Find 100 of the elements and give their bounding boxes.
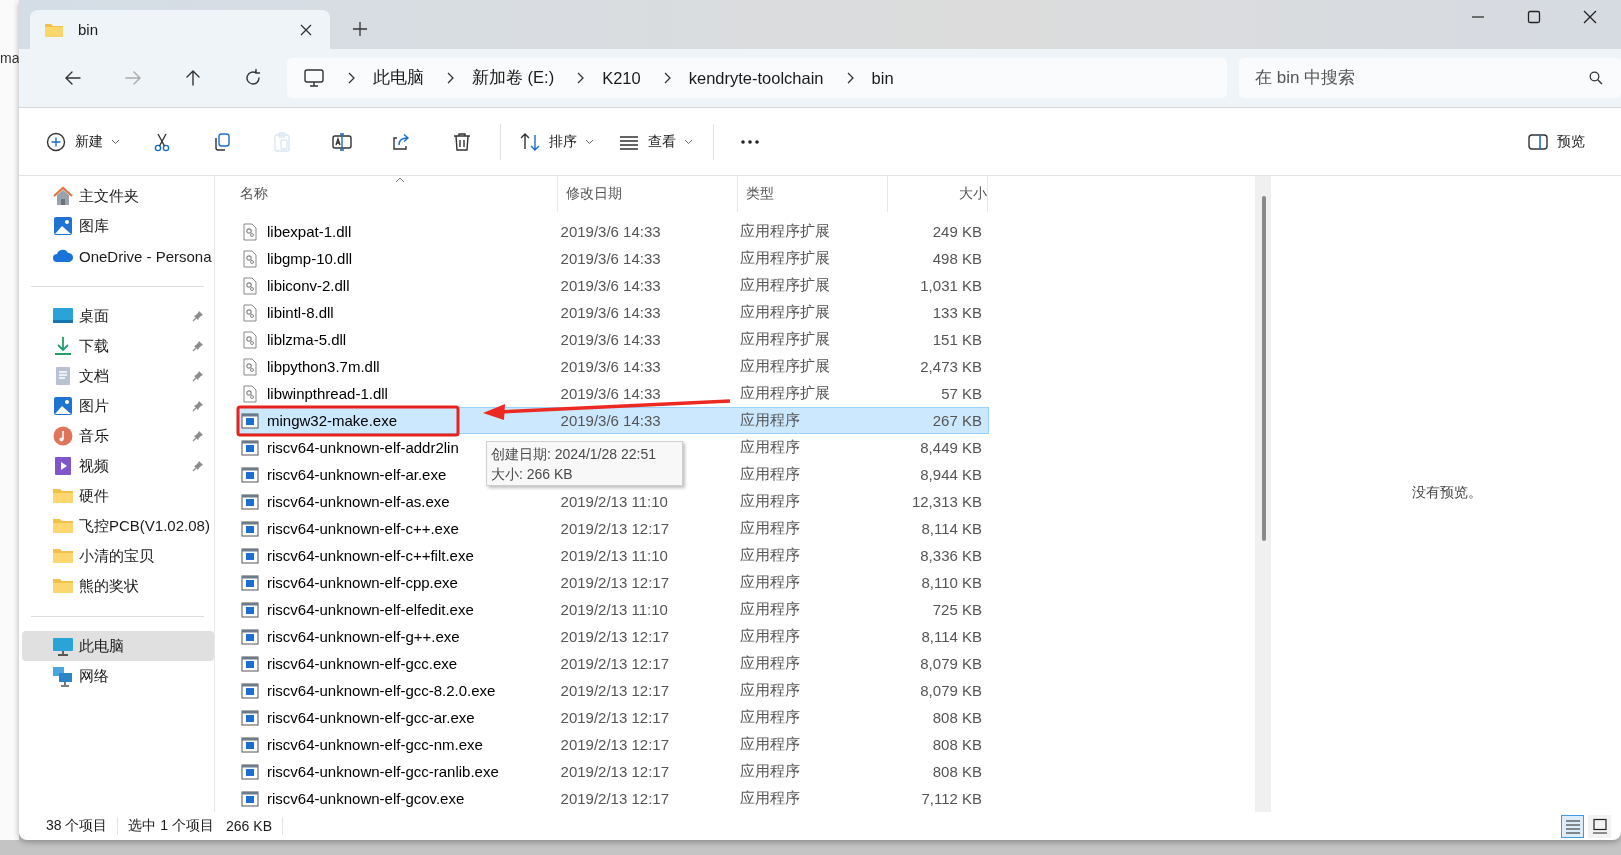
rename-icon <box>331 130 353 153</box>
details-view-button[interactable] <box>1561 814 1584 838</box>
file-size: 498 KB <box>932 250 982 267</box>
chevron-icon[interactable] <box>845 72 854 84</box>
tiles-view-button[interactable] <box>1588 814 1611 838</box>
search-field[interactable]: 在 bin 中搜索 <box>1239 58 1621 98</box>
file-name[interactable]: libpython3.7m.dll <box>267 358 380 375</box>
maximize-icon[interactable] <box>1527 10 1541 24</box>
monitor-icon <box>52 635 74 657</box>
column-header[interactable]: 名称 <box>240 185 268 203</box>
modified-date: 2019/2/13 11:10 <box>560 547 668 564</box>
add-tab-icon[interactable] <box>353 22 367 36</box>
sidebar-item[interactable]: 飞控PCB(V1.02.08) <box>22 511 214 541</box>
file-name[interactable]: libiconv-2.dll <box>267 277 350 294</box>
sidebar-item[interactable]: 图库 <box>22 211 214 241</box>
file-type: 应用程序 <box>740 465 801 484</box>
sidebar-item[interactable]: 熊的奖状 <box>22 571 214 601</box>
sidebar-item[interactable]: 小清的宝贝 <box>22 541 214 571</box>
pin-icon[interactable] <box>192 310 204 322</box>
file-size: 8,449 KB <box>920 439 982 456</box>
sort-button[interactable]: 排序 <box>511 121 602 162</box>
file-name[interactable]: libintl-8.dll <box>267 304 334 321</box>
sidebar-item[interactable]: 桌面 <box>22 301 214 331</box>
file-name[interactable]: riscv64-unknown-elf-c++.exe <box>267 520 459 537</box>
pin-icon[interactable] <box>192 460 204 472</box>
close-icon[interactable] <box>300 23 312 36</box>
modified-date: 2019/2/13 12:17 <box>560 790 669 807</box>
view-button[interactable]: 查看 <box>610 121 701 162</box>
sidebar-item[interactable]: 主文件夹 <box>22 181 214 211</box>
file-name[interactable]: libgmp-10.dll <box>267 250 353 267</box>
file-name[interactable]: riscv64-unknown-elf-addr2lin <box>267 439 459 456</box>
search-icon[interactable] <box>1589 71 1603 85</box>
pin-icon[interactable] <box>192 370 204 382</box>
chevron-icon[interactable] <box>576 72 585 84</box>
breadcrumb[interactable]: 此电脑 <box>373 67 424 89</box>
modified-date: 2019/2/13 12:17 <box>560 520 669 537</box>
file-type: 应用程序 <box>740 519 801 538</box>
column-header[interactable]: 大小 <box>959 185 987 203</box>
program-icon <box>241 546 259 565</box>
file-name[interactable]: riscv64-unknown-elf-gcc-nm.exe <box>267 736 483 753</box>
column-header[interactable]: 修改日期 <box>566 185 622 203</box>
file-name[interactable]: riscv64-unknown-elf-as.exe <box>267 493 450 510</box>
breadcrumb[interactable]: 新加卷 (E:) <box>472 67 555 89</box>
file-name[interactable]: riscv64-unknown-elf-c++filt.exe <box>267 547 474 564</box>
pin-icon[interactable] <box>192 400 204 412</box>
pin-icon[interactable] <box>192 340 204 352</box>
modified-date: 2019/2/13 12:17 <box>560 682 669 699</box>
address-bar[interactable]: 此电脑 新加卷 (E:) K210 kendryte-toolchain bin <box>287 58 1227 98</box>
sidebar-item[interactable]: 此电脑 <box>22 631 214 661</box>
breadcrumb[interactable]: bin <box>871 68 894 88</box>
file-name[interactable]: liblzma-5.dll <box>267 331 347 348</box>
sidebar-item[interactable]: 图片 <box>22 391 214 421</box>
file-name: mingw32-make.exe <box>267 412 398 429</box>
selected-file-row[interactable]: mingw32-make.exe 2019/3/6 14:33 应用程序 267 KB <box>238 407 989 434</box>
file-size: 7,112 KB <box>921 790 982 807</box>
sidebar-item[interactable]: 音乐 <box>22 421 214 451</box>
file-name[interactable]: riscv64-unknown-elf-ar.exe <box>267 466 447 483</box>
sidebar-item[interactable]: 网络 <box>22 661 214 691</box>
file-name[interactable]: riscv64-unknown-elf-gcc-ar.exe <box>267 709 475 726</box>
close-icon[interactable] <box>1583 10 1597 24</box>
window-tab[interactable]: bin <box>30 10 330 49</box>
file-name[interactable]: riscv64-unknown-elf-gcc.exe <box>267 655 458 672</box>
file-name[interactable]: riscv64-unknown-elf-gcc-8.2.0.exe <box>267 682 496 699</box>
file-name[interactable]: riscv64-unknown-elf-elfedit.exe <box>267 601 474 618</box>
breadcrumb[interactable]: kendryte-toolchain <box>688 68 824 88</box>
sidebar-item[interactable]: 硬件 <box>22 481 214 511</box>
breadcrumb[interactable]: K210 <box>602 68 641 88</box>
file-name[interactable]: riscv64-unknown-elf-gcc-ranlib.exe <box>267 763 499 780</box>
preview-button[interactable]: 预览 <box>1519 121 1593 162</box>
program-icon <box>241 600 259 619</box>
file-name[interactable]: riscv64-unknown-elf-cpp.exe <box>267 574 458 591</box>
file-name[interactable]: riscv64-unknown-elf-gcov.exe <box>267 790 465 807</box>
file-type: 应用程序扩展 <box>740 276 831 295</box>
program-icon <box>241 735 259 754</box>
modified-date: 2019/3/6 14:33 <box>560 304 661 321</box>
modified-date: 2019/3/6 14:33 <box>560 385 661 402</box>
file-name[interactable]: riscv64-unknown-elf-g++.exe <box>267 628 460 645</box>
pin-icon[interactable] <box>192 430 204 442</box>
modified-date: 2019/2/13 12:17 <box>560 655 669 672</box>
chevron-icon[interactable] <box>446 72 454 84</box>
column-header[interactable]: 类型 <box>746 185 774 203</box>
clipboard-icon <box>271 130 293 153</box>
file-name[interactable]: libexpat-1.dll <box>267 223 352 240</box>
file-name[interactable]: libwinpthread-1.dll <box>267 385 388 402</box>
scrollbar[interactable] <box>1255 176 1271 812</box>
sidebar-item[interactable]: 视频 <box>22 451 214 481</box>
file-size: 151 KB <box>932 331 982 348</box>
modified-date: 2019/2/13 12:17 <box>560 709 669 726</box>
chevron-icon[interactable] <box>347 72 355 84</box>
new-button[interactable]: 新建 <box>37 121 128 162</box>
program-icon <box>241 627 259 646</box>
program-icon <box>241 708 259 727</box>
sidebar-item[interactable]: 文档 <box>22 361 214 391</box>
refresh-icon[interactable] <box>243 68 263 88</box>
sidebar-item[interactable]: 下载 <box>22 331 214 361</box>
sidebar-item[interactable]: OneDrive - Persona <box>22 241 214 271</box>
file-size: 8,079 KB <box>920 655 982 672</box>
chevron-icon[interactable] <box>662 72 671 84</box>
file-type: 应用程序 <box>740 600 801 619</box>
more-icon <box>741 139 759 144</box>
